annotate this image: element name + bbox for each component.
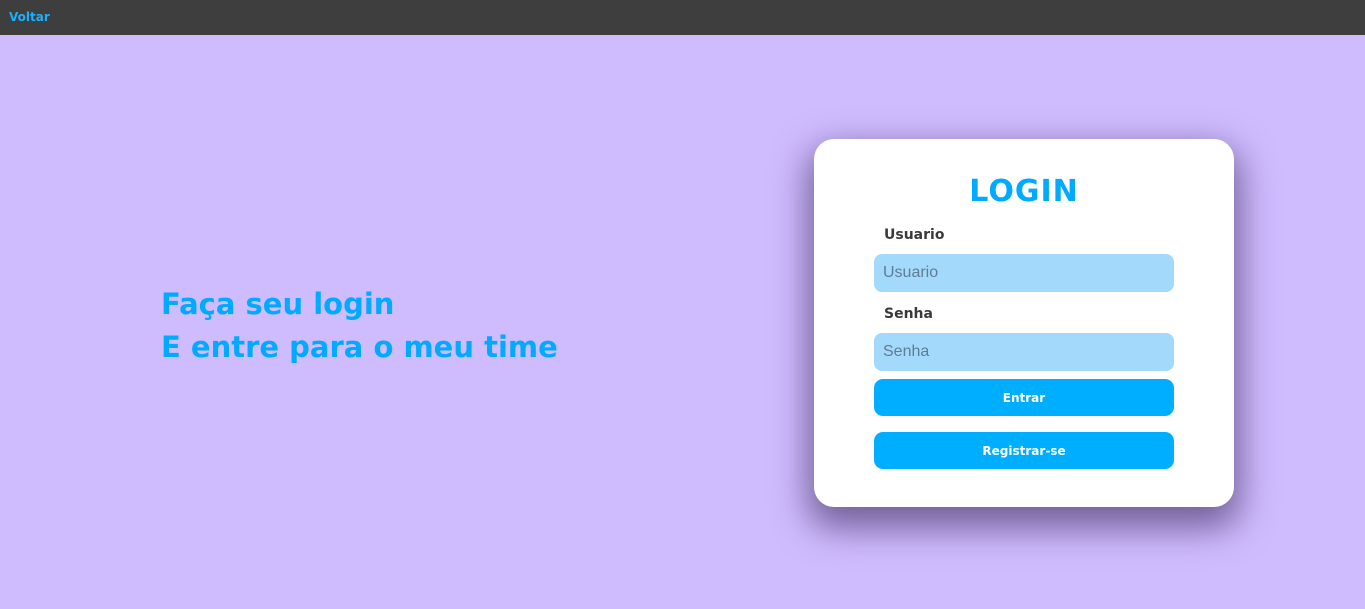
register-button[interactable]: Registrar-se bbox=[874, 432, 1174, 469]
hero-text: Faça seu login E entre para o meu time bbox=[161, 283, 558, 369]
username-input[interactable] bbox=[874, 254, 1174, 292]
login-form: LOGIN Usuario Senha Entrar Registrar-se bbox=[814, 139, 1234, 507]
password-input[interactable] bbox=[874, 333, 1174, 371]
login-title: LOGIN bbox=[969, 174, 1079, 209]
hero-line-2: E entre para o meu time bbox=[161, 330, 558, 364]
login-submit-button[interactable]: Entrar bbox=[874, 379, 1174, 416]
username-label: Usuario bbox=[884, 227, 945, 243]
back-link[interactable]: Voltar bbox=[9, 10, 50, 24]
password-label: Senha bbox=[884, 306, 933, 322]
login-card: LOGIN Usuario Senha Entrar Registrar-se bbox=[814, 139, 1234, 507]
hero-line-1: Faça seu login bbox=[161, 287, 395, 321]
top-nav-bar: Voltar bbox=[0, 0, 1365, 35]
